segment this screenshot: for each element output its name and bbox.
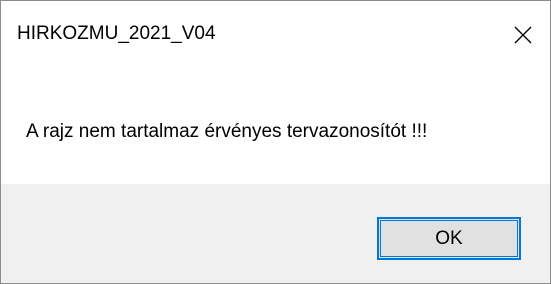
- close-icon: [514, 26, 532, 44]
- dialog-message: A rajz nem tartalmaz érvényes tervazonos…: [26, 121, 428, 142]
- message-box-dialog: HIRKOZMU_2021_V04 A rajz nem tartalmaz é…: [0, 0, 551, 284]
- close-button[interactable]: [496, 1, 550, 69]
- window-title: HIRKOZMU_2021_V04: [17, 23, 216, 44]
- dialog-content: A rajz nem tartalmaz érvényes tervazonos…: [1, 69, 550, 184]
- title-bar: HIRKOZMU_2021_V04: [1, 1, 550, 69]
- dialog-footer: OK: [1, 184, 550, 283]
- ok-button[interactable]: OK: [377, 217, 521, 260]
